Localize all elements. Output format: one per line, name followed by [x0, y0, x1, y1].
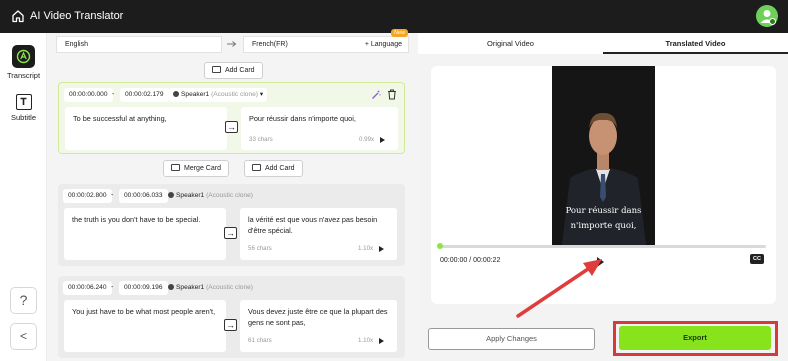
collapse-button[interactable]: < — [10, 323, 37, 350]
add-card-button[interactable]: Add Card — [204, 62, 263, 79]
source-language-select[interactable]: English — [56, 36, 222, 53]
translate-arrow-button[interactable]: → — [224, 227, 237, 239]
add-card-icon — [212, 66, 221, 73]
translate-arrow-button[interactable]: → — [225, 121, 238, 133]
chevron-left-icon: < — [19, 329, 27, 343]
preview-pane: Original Video Translated Video Pour réu… — [418, 33, 788, 361]
merge-card-button[interactable]: Merge Card — [163, 160, 229, 177]
speaker-select[interactable]: Speaker1 (Acoustic clone) — [168, 281, 253, 295]
speed-value: 1.10x — [358, 337, 374, 344]
trash-icon[interactable] — [387, 89, 397, 100]
sidebar-item-label: Subtitle — [10, 113, 37, 122]
add-card-label: Add Card — [225, 67, 255, 74]
annotation-arrow — [516, 259, 602, 318]
start-time-field[interactable]: 00:00:06.240 — [63, 281, 112, 295]
app-title: AI Video Translator — [30, 10, 124, 22]
person-icon — [173, 91, 179, 97]
speaker-name: Speaker1 — [176, 284, 205, 291]
subtitle-card[interactable]: 00:00:06.240 - 00:00:09.196 Speaker1 (Ac… — [58, 276, 405, 358]
magic-wand-icon[interactable] — [371, 90, 381, 100]
clone-type: (Acoustic clone) — [206, 284, 253, 291]
speaker-name: Speaker1 — [181, 91, 210, 98]
avatar[interactable] — [756, 5, 778, 27]
char-count: 33 chars — [249, 136, 273, 143]
time-separator: - — [111, 192, 114, 199]
clone-type: (Acoustic clone) — [211, 91, 258, 98]
translated-text-box[interactable]: la vérité est que vous n'avez pas besoin… — [240, 208, 397, 260]
arrow-right-icon — [227, 41, 237, 47]
translated-text-box[interactable]: Vous devez juste être ce que la plupart … — [240, 300, 397, 352]
play-icon[interactable] — [379, 246, 384, 252]
end-time-field[interactable]: 00:00:09.196 — [119, 281, 168, 295]
sidebar-item-subtitle[interactable]: Subtitle — [0, 94, 47, 122]
subtitle-card[interactable]: 00:00:00.000 - 00:00:02.179 Speaker1 (Ac… — [58, 82, 405, 154]
person-icon — [168, 284, 174, 290]
add-card-button[interactable]: Add Card — [244, 160, 303, 177]
user-icon — [760, 10, 776, 25]
target-language-value: French(FR) — [252, 41, 288, 48]
source-text-box[interactable]: To be successful at anything, — [65, 107, 227, 150]
start-time-field[interactable]: 00:00:02.800 — [63, 189, 112, 203]
play-icon[interactable] — [379, 338, 384, 344]
home-icon[interactable] — [11, 9, 25, 23]
sidebar-item-label: Transcript — [6, 71, 41, 80]
add-card-label: Add Card — [265, 165, 295, 172]
speed-value: 0.99x — [359, 136, 375, 143]
clone-type: (Acoustic clone) — [206, 192, 253, 199]
speed-value: 1.10x — [358, 245, 374, 252]
apply-changes-button[interactable]: Apply Changes — [428, 328, 595, 350]
help-button[interactable]: ? — [10, 287, 37, 314]
merge-card-label: Merge Card — [184, 165, 221, 172]
help-icon: ? — [19, 292, 28, 308]
add-card-icon — [252, 164, 261, 171]
speaker-select[interactable]: Speaker1 (Acoustic clone) ▾ — [169, 88, 268, 102]
time-separator: - — [111, 284, 114, 291]
source-text-box[interactable]: You just have to be what most people are… — [64, 300, 226, 352]
transcript-icon — [12, 45, 35, 68]
export-button[interactable]: Export — [619, 326, 771, 350]
speaker-name: Speaker1 — [176, 192, 205, 199]
merge-icon — [171, 164, 180, 171]
transcript-panel: English French(FR) + Language New Add Ca… — [47, 29, 418, 361]
source-text-box[interactable]: the truth is you don't have to be specia… — [64, 208, 226, 260]
char-count: 61 chars — [248, 337, 272, 344]
translate-arrow-button[interactable]: → — [224, 319, 237, 331]
time-separator: - — [112, 91, 115, 98]
new-badge: New — [390, 29, 408, 37]
end-time-field[interactable]: 00:00:02.179 — [120, 88, 169, 102]
add-language-button[interactable]: + Language — [365, 37, 402, 52]
person-icon — [168, 192, 174, 198]
left-sidebar: Transcript Subtitle ? < — [0, 33, 47, 361]
char-count: 56 chars — [248, 245, 272, 252]
subtitle-icon — [15, 94, 32, 110]
translated-text-box[interactable]: Pour réussir dans n'importe quoi, — [241, 107, 398, 150]
sidebar-item-transcript[interactable]: Transcript — [0, 45, 47, 80]
subtitle-card[interactable]: 00:00:02.800 - 00:00:06.033 Speaker1 (Ac… — [58, 184, 405, 266]
speaker-select[interactable]: Speaker1 (Acoustic clone) — [168, 189, 253, 203]
play-icon[interactable] — [380, 137, 385, 143]
end-time-field[interactable]: 00:00:06.033 — [119, 189, 168, 203]
start-time-field[interactable]: 00:00:00.000 — [64, 88, 113, 102]
target-language-select[interactable]: French(FR) + Language New — [243, 29, 409, 53]
